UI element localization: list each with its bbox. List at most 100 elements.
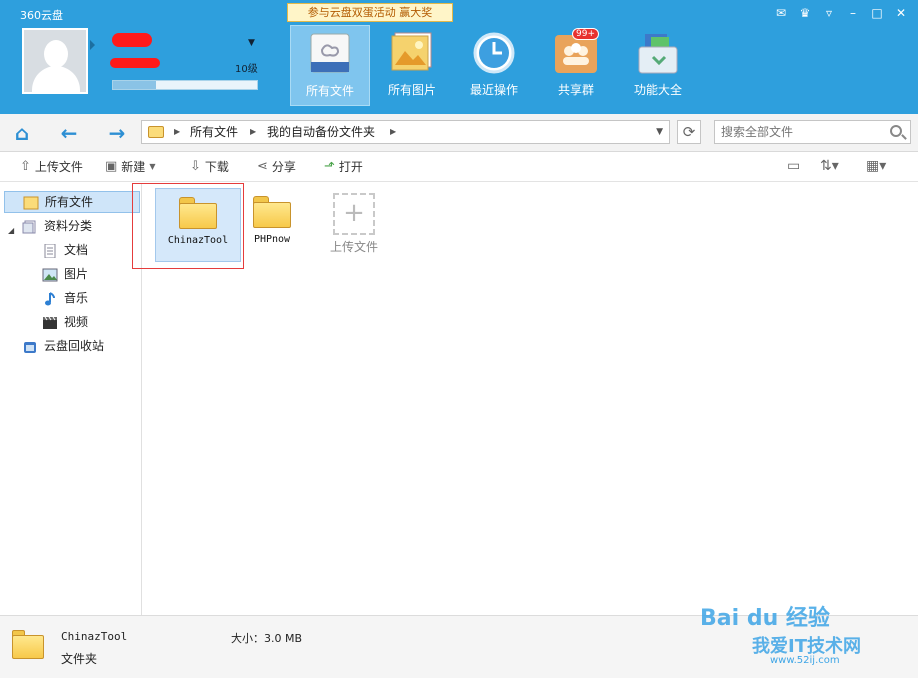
plus-icon: + bbox=[343, 198, 365, 228]
toolbar: ⇧ 上传文件 ▣ 新建 ▼ ⇩ 下载 ⋖ 分享 ⬏ 打开 ▭ ⇅▾ ▦▾ bbox=[0, 152, 918, 182]
new-icon: ▣ bbox=[105, 159, 118, 174]
quota-fill bbox=[113, 81, 157, 89]
minimize-icon[interactable]: – bbox=[846, 6, 860, 20]
toolbox-icon bbox=[635, 31, 681, 75]
avatar[interactable] bbox=[22, 28, 88, 94]
watermark-url: www.52ij.com bbox=[770, 655, 840, 666]
crumb-separator-icon: ▶ bbox=[250, 127, 257, 136]
sort-icon[interactable]: ⇅▾ bbox=[820, 158, 839, 174]
nav-all-pictures[interactable]: 所有图片 bbox=[372, 25, 452, 106]
path-bar[interactable]: ▶ 所有文件 ▶ 我的自动备份文件夹 ▶ ▼ bbox=[141, 120, 670, 144]
download-button-label: 下载 bbox=[204, 160, 229, 174]
folder-icon bbox=[12, 630, 44, 660]
settings-icon[interactable]: ▿ bbox=[822, 6, 836, 20]
message-icon[interactable]: ✉ bbox=[774, 6, 788, 20]
close-icon[interactable]: ✕ bbox=[894, 6, 908, 20]
sidebar-item-label: 所有文件 bbox=[45, 195, 94, 209]
sidebar-item-label: 云盘回收站 bbox=[44, 339, 105, 353]
sidebar-item-label: 文档 bbox=[64, 243, 89, 257]
all-files-icon bbox=[23, 195, 39, 210]
recycle-bin-icon bbox=[22, 339, 38, 353]
forward-button[interactable]: → bbox=[104, 120, 130, 146]
avatar-arrow-icon bbox=[90, 40, 95, 50]
share-button-label: 分享 bbox=[271, 160, 296, 174]
group-icon: 99+ bbox=[553, 28, 599, 75]
folder-name: PHPnow bbox=[253, 234, 291, 245]
upload-tile-label: 上传文件 bbox=[329, 240, 378, 254]
document-icon bbox=[42, 243, 58, 259]
main-nav: 所有文件 所有图片 最近操作 99+ 共享群 功能大全 bbox=[290, 25, 698, 106]
sidebar-item-pictures[interactable]: 图片 bbox=[42, 263, 88, 285]
sidebar-item-all-files[interactable]: 所有文件 bbox=[4, 191, 140, 213]
sidebar-item-label: 音乐 bbox=[64, 291, 89, 305]
upload-icon: ⇧ bbox=[20, 159, 31, 174]
file-area: ChinazTool PHPnow + 上传文件 bbox=[132, 183, 918, 615]
username-redacted bbox=[112, 33, 152, 47]
nav-all-files-label: 所有文件 bbox=[305, 84, 354, 98]
account-redacted bbox=[110, 58, 160, 68]
nav-features[interactable]: 功能大全 bbox=[618, 25, 698, 106]
window-controls: ✉ ♛ ▿ – □ ✕ bbox=[774, 6, 908, 20]
preview-pane-icon[interactable]: ▭ bbox=[787, 158, 800, 174]
crumb-separator-icon: ▶ bbox=[174, 127, 181, 136]
header-bar: 360云盘 参与云盘双蛋活动 赢大奖 ✉ ♛ ▿ – □ ✕ ▼ 10级 所有文… bbox=[0, 0, 918, 114]
nav-all-files[interactable]: 所有文件 bbox=[290, 25, 370, 106]
search-box[interactable] bbox=[714, 120, 911, 144]
upload-button[interactable]: ⇧ 上传文件 bbox=[20, 157, 83, 177]
home-button[interactable]: ⌂ bbox=[9, 120, 35, 146]
maximize-icon[interactable]: □ bbox=[870, 6, 884, 20]
search-input[interactable] bbox=[715, 121, 875, 143]
sidebar-item-videos[interactable]: 视频 bbox=[42, 311, 88, 333]
app-title: 360云盘 bbox=[20, 9, 63, 22]
sidebar-item-recycle-bin[interactable]: 云盘回收站 bbox=[22, 335, 104, 357]
open-button[interactable]: ⬏ 打开 bbox=[324, 157, 363, 177]
crumb-all-files[interactable]: 所有文件 bbox=[190, 121, 238, 143]
open-icon: ⬏ bbox=[324, 159, 335, 174]
folder-icon bbox=[253, 196, 291, 228]
new-button[interactable]: ▣ 新建 ▼ bbox=[105, 157, 155, 177]
categories-icon bbox=[22, 219, 38, 234]
nav-recent[interactable]: 最近操作 bbox=[454, 25, 534, 106]
download-button[interactable]: ⇩ 下载 bbox=[190, 157, 229, 177]
sidebar-item-label: 图片 bbox=[64, 267, 89, 281]
sidebar-item-music[interactable]: 音乐 bbox=[42, 287, 88, 309]
status-file-name: ChinazTool bbox=[61, 630, 128, 643]
status-file-type: 文件夹 bbox=[61, 652, 98, 666]
refresh-button[interactable]: ⟳ bbox=[677, 120, 701, 144]
chevron-down-icon: ▼ bbox=[149, 162, 156, 171]
crumb-auto-backup[interactable]: 我的自动备份文件夹 bbox=[267, 121, 375, 143]
user-dropdown-icon[interactable]: ▼ bbox=[248, 38, 255, 48]
avatar-head bbox=[44, 40, 68, 68]
sidebar-item-label: 视频 bbox=[64, 315, 89, 329]
open-button-label: 打开 bbox=[338, 160, 363, 174]
picture-icon bbox=[389, 31, 435, 75]
music-icon bbox=[42, 291, 58, 306]
view-mode-icon[interactable]: ▦▾ bbox=[866, 158, 886, 174]
new-button-label: 新建 bbox=[121, 160, 146, 174]
nav-recent-label: 最近操作 bbox=[469, 83, 518, 97]
upload-tile[interactable]: + bbox=[333, 193, 375, 235]
folder-item-phpnow[interactable]: PHPnow bbox=[229, 188, 315, 262]
share-button[interactable]: ⋖ 分享 bbox=[257, 157, 296, 177]
nav-share-group[interactable]: 99+ 共享群 bbox=[536, 25, 616, 106]
skin-icon[interactable]: ♛ bbox=[798, 6, 812, 20]
disk-icon bbox=[307, 32, 353, 76]
back-button[interactable]: ← bbox=[56, 120, 82, 146]
folder-icon bbox=[148, 126, 164, 138]
share-icon: ⋖ bbox=[257, 159, 268, 174]
expand-triangle-icon[interactable]: ◢ bbox=[8, 226, 14, 235]
promo-banner[interactable]: 参与云盘双蛋活动 赢大奖 bbox=[287, 3, 453, 22]
upload-button-label: 上传文件 bbox=[34, 160, 83, 174]
sidebar-item-categories[interactable]: 资料分类 bbox=[22, 215, 92, 237]
sidebar-item-documents[interactable]: 文档 bbox=[42, 239, 88, 261]
clock-icon bbox=[471, 31, 517, 75]
image-icon bbox=[42, 267, 58, 282]
search-icon[interactable] bbox=[890, 125, 902, 137]
quota-bar bbox=[112, 80, 258, 90]
highlight-box bbox=[132, 183, 244, 269]
video-icon bbox=[42, 315, 58, 329]
download-icon: ⇩ bbox=[190, 159, 201, 174]
path-dropdown-icon[interactable]: ▼ bbox=[656, 121, 663, 143]
sidebar-item-label: 资料分类 bbox=[44, 219, 93, 233]
watermark-baidu: Bai du 经验 bbox=[700, 606, 830, 631]
